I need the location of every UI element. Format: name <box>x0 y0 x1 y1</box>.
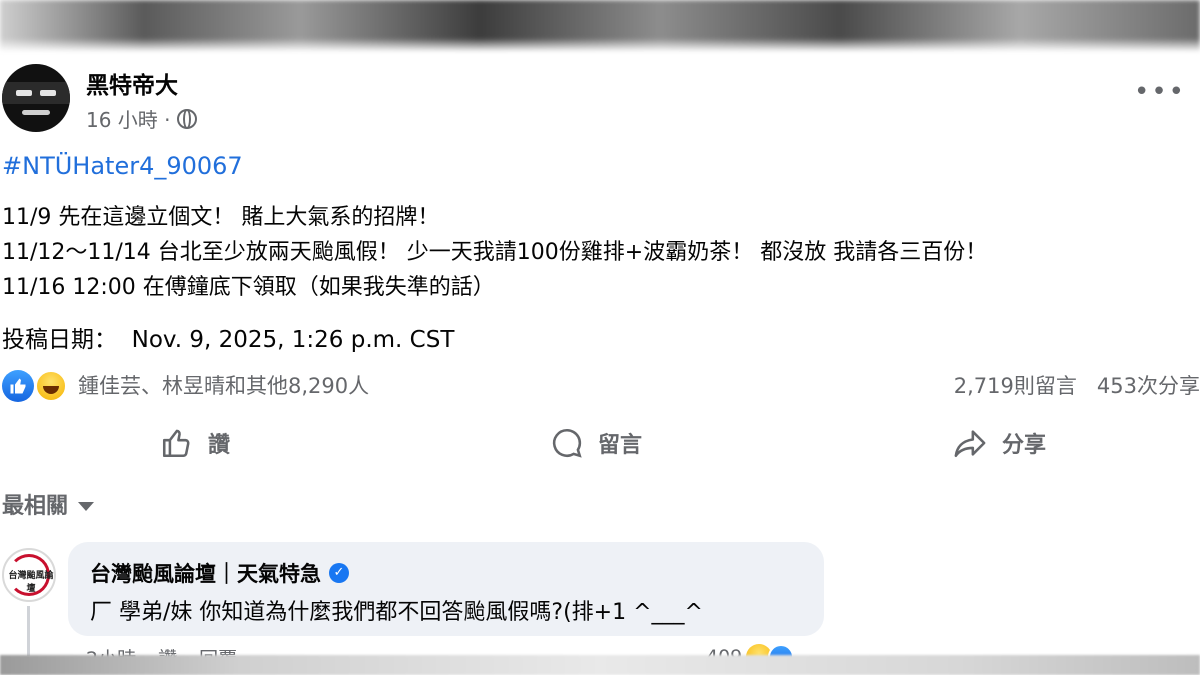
bottom-fade <box>0 655 1200 675</box>
reaction-icons[interactable] <box>2 370 72 402</box>
comment-text: 厂 學弟/妹 你知道為什麼我們都不回答颱風假嗎?(排+1 ^___^ <box>90 600 703 625</box>
post-meta: 16 小時 · <box>86 104 197 133</box>
avatar-mouth <box>22 110 50 115</box>
post-body: 11/9 先在這邊立個文！ 賭上大氣系的招牌！ 11/12～11/14 台北至少放… <box>2 200 987 305</box>
like-reaction-icon <box>2 370 34 402</box>
share-arrow-icon <box>954 430 986 458</box>
comment-label: 留言 <box>598 433 643 458</box>
like-button[interactable]: 讚 <box>160 420 230 466</box>
share-label: 分享 <box>1002 433 1047 458</box>
author-avatar[interactable] <box>2 64 70 132</box>
comment-sort-label: 最相關 <box>2 494 69 519</box>
blurred-top-banner <box>0 0 1200 52</box>
caret-down-icon <box>78 501 95 511</box>
avatar-logo-text: 台灣颱風論壇 <box>8 571 54 594</box>
share-button[interactable]: 分享 <box>952 420 1046 466</box>
action-bar: 讚 留言 分享 <box>0 420 1200 466</box>
verified-badge-icon: ✓ <box>329 563 349 583</box>
comment-count[interactable]: 2,719則留言 <box>954 374 1077 398</box>
haha-reaction-icon <box>35 370 67 402</box>
post-line: 11/12～11/14 台北至少放兩天颱風假！ 少一天我請100份雞排+波霸奶茶… <box>2 240 988 265</box>
author-name[interactable]: 黑特帝大 <box>86 66 178 100</box>
commenter-name-row: 台灣颱風論壇｜天氣特急 ✓ <box>90 558 349 588</box>
comment-button[interactable]: 留言 <box>550 420 642 466</box>
post-line: 11/16 12:00 在傅鐘底下領取（如果我失準的話） <box>2 275 495 300</box>
globe-icon <box>176 108 197 129</box>
post-line: 11/9 先在這邊立個文！ 賭上大氣系的招牌！ <box>2 205 440 230</box>
reaction-names[interactable]: 鍾佳芸、林昱晴和其他8,290人 <box>78 370 369 400</box>
like-label: 讚 <box>208 433 231 458</box>
posted-date: 投稿日期： Nov. 9, 2025, 1:26 p.m. CST <box>2 327 455 353</box>
commenter-avatar[interactable]: 台灣颱風論壇 <box>2 548 56 602</box>
more-icon[interactable]: ••• <box>1134 79 1186 105</box>
avatar-eye-left <box>16 90 32 96</box>
thread-line <box>27 606 30 656</box>
thumbs-up-icon <box>162 429 190 458</box>
engagement-stats: 2,719則留言 453次分享 <box>954 370 1200 400</box>
commenter-name[interactable]: 台灣颱風論壇｜天氣特急 <box>90 558 321 588</box>
avatar-eye-right <box>40 90 56 96</box>
reactions-summary: 鍾佳芸、林昱晴和其他8,290人 2,719則留言 453次分享 <box>2 368 1200 404</box>
comment-bubble-icon <box>552 428 582 458</box>
share-count[interactable]: 453次分享 <box>1097 374 1200 398</box>
comment-sort-dropdown[interactable]: 最相關 <box>2 488 95 520</box>
comment-bubble: 台灣颱風論壇｜天氣特急 ✓ 厂 學弟/妹 你知道為什麼我們都不回答颱風假嗎?(排… <box>68 542 824 636</box>
hashtag-link[interactable]: #NTÜHater4_90067 <box>2 152 243 180</box>
post-time[interactable]: 16 小時 · <box>86 104 171 133</box>
avatar-band <box>2 82 70 104</box>
